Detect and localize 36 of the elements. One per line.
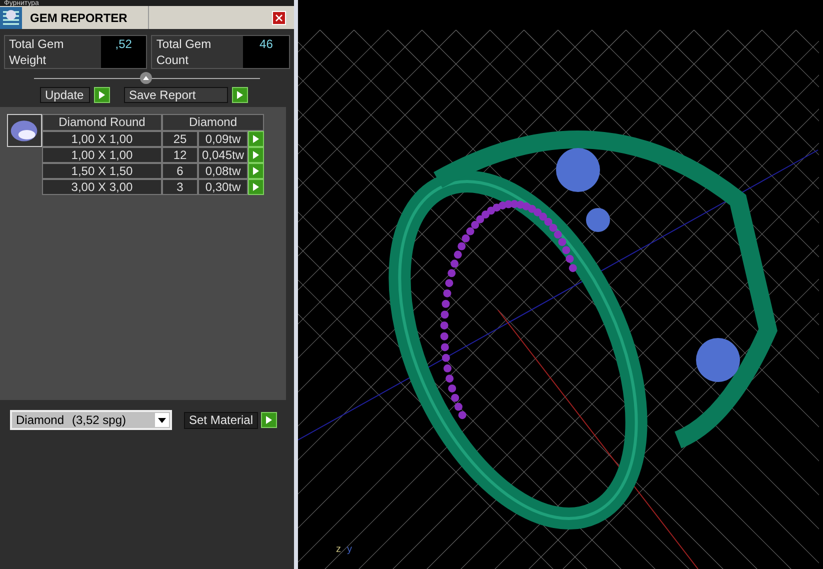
table-cell: 3,00 X 3,00 bbox=[42, 179, 162, 195]
table-cell: 1,00 X 1,00 bbox=[42, 147, 162, 163]
set-material-button[interactable]: Set Material bbox=[184, 412, 258, 428]
save-report-button[interactable]: Save Report bbox=[124, 87, 228, 103]
play-icon bbox=[266, 416, 272, 424]
material-name: Diamond bbox=[16, 412, 66, 429]
material-dropdown[interactable]: Diamond (3,52 spg) bbox=[10, 410, 172, 430]
column-header: Diamond bbox=[162, 114, 264, 131]
table-cell: 0,30tw bbox=[198, 179, 248, 195]
table-cell: 0,045tw bbox=[198, 147, 248, 163]
table-cell: 12 bbox=[162, 147, 198, 163]
total-value: 46 bbox=[243, 36, 289, 68]
column-header: Diamond Round bbox=[42, 114, 162, 131]
axis-label: y bbox=[347, 545, 352, 555]
collapse-handle[interactable] bbox=[140, 72, 152, 84]
total-label: Total Gem Weight bbox=[5, 36, 101, 68]
play-icon bbox=[99, 91, 105, 99]
table-cell: 0,08tw bbox=[198, 163, 248, 179]
close-button[interactable] bbox=[272, 10, 286, 24]
caret-icon bbox=[143, 76, 149, 80]
play-icon bbox=[237, 91, 243, 99]
window-title: GEM REPORTER bbox=[30, 10, 128, 26]
update-button[interactable]: Update bbox=[40, 87, 90, 103]
axis-label: z bbox=[336, 545, 341, 555]
table-cell: 0,09tw bbox=[198, 131, 248, 147]
total-value: ,52 bbox=[100, 36, 146, 68]
total-label: Total Gem Count bbox=[152, 36, 244, 68]
gem-icon bbox=[7, 114, 42, 147]
go-button[interactable] bbox=[261, 412, 278, 428]
table-cell: 1,50 X 1,50 bbox=[42, 163, 162, 179]
table-cell: 6 bbox=[162, 163, 198, 179]
table-cell: 25 bbox=[162, 131, 198, 147]
table-cell: 3 bbox=[162, 179, 198, 195]
material-density: (3,52 spg) bbox=[72, 412, 128, 429]
table-cell: 1,00 X 1,00 bbox=[42, 131, 162, 147]
close-icon bbox=[275, 14, 283, 22]
